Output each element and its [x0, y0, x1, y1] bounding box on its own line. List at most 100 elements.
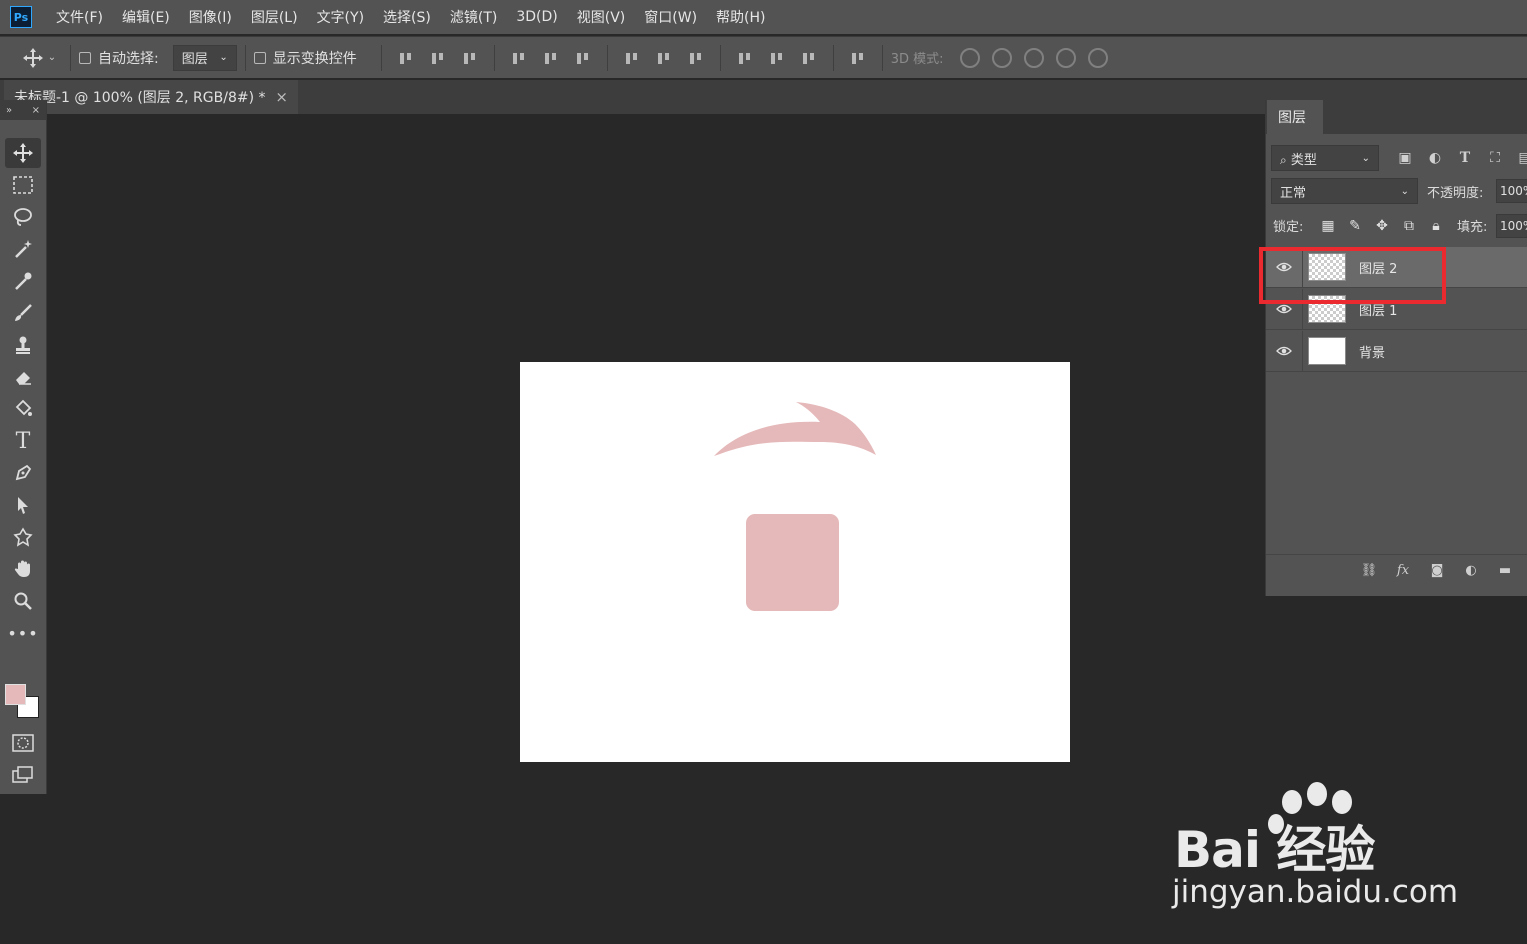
custom-shape-tool-icon[interactable] — [5, 522, 41, 552]
toolbox: » × T ••• — [0, 100, 47, 794]
blend-mode-dropdown[interactable]: 正常 ⌄ — [1271, 178, 1418, 204]
close-icon[interactable]: × — [275, 88, 288, 106]
canvas-artwork — [714, 402, 876, 611]
menu-type[interactable]: 文字(Y) — [317, 7, 364, 27]
add-mask-icon[interactable]: ◙ — [1426, 562, 1448, 580]
scale-3d-icon[interactable] — [1087, 47, 1108, 68]
distribute-left-icon[interactable] — [737, 50, 753, 66]
color-swatches[interactable] — [5, 684, 41, 720]
eraser-tool-icon[interactable] — [5, 362, 41, 392]
fx-icon[interactable]: fx — [1392, 562, 1414, 580]
adjustment-layer-icon[interactable]: ◐ — [1460, 562, 1482, 580]
distribute-horizontal-center-icon[interactable] — [769, 50, 785, 66]
lock-position-icon[interactable]: ✥ — [1373, 217, 1391, 235]
link-layers-icon[interactable]: ⛓ — [1358, 562, 1380, 580]
menu-select[interactable]: 选择(S) — [383, 7, 431, 27]
photoshop-logo-icon: Ps — [10, 6, 32, 28]
distribute-vertical-center-icon[interactable] — [656, 50, 672, 66]
distribute-top-icon[interactable] — [624, 50, 640, 66]
tab-layers[interactable]: 图层 — [1267, 100, 1323, 134]
divider — [493, 44, 495, 71]
menu-3d[interactable]: 3D(D) — [516, 9, 557, 25]
menu-image[interactable]: 图像(I) — [189, 7, 232, 27]
auto-align-layers-icon[interactable] — [850, 50, 866, 66]
show-transform-checkbox[interactable] — [253, 51, 266, 64]
zoom-tool-icon[interactable] — [5, 586, 41, 616]
layers-panel: 图层 ⌕ 类型 ⌄ ▣ ◐ T ⛶ ▤ 正常 ⌄ 不透明度: 100% 锁定: … — [1265, 100, 1527, 596]
menu-edit[interactable]: 编辑(E) — [122, 7, 170, 27]
quick-mask-icon[interactable] — [5, 728, 41, 758]
filter-adjustment-icon[interactable]: ◐ — [1426, 149, 1444, 167]
divider — [244, 44, 246, 71]
more-tools-icon[interactable]: ••• — [5, 618, 41, 648]
menu-window[interactable]: 窗口(W) — [644, 7, 697, 27]
align-horizontal-center-icon[interactable] — [543, 50, 559, 66]
lock-transparent-pixels-icon[interactable]: ▦ — [1319, 217, 1337, 235]
align-vertical-center-icon[interactable] — [430, 50, 446, 66]
distribute-right-icon[interactable] — [801, 50, 817, 66]
layer-name[interactable]: 背景 — [1359, 342, 1385, 361]
clone-stamp-tool-icon[interactable] — [5, 330, 41, 360]
align-bottom-icon[interactable] — [462, 50, 478, 66]
filter-shape-icon[interactable]: ⛶ — [1486, 149, 1504, 167]
layer-thumbnail[interactable] — [1308, 337, 1346, 365]
screen-mode-icon[interactable] — [5, 760, 41, 790]
marquee-tool-icon[interactable] — [5, 170, 41, 200]
lock-all-icon[interactable]: 🔒︎ — [1427, 217, 1445, 235]
type-tool-icon[interactable]: T — [5, 426, 41, 456]
pen-tool-icon[interactable] — [5, 458, 41, 488]
document-tab[interactable]: 未标题-1 @ 100% (图层 2, RGB/8#) * × — [4, 80, 298, 114]
visibility-eye-icon[interactable] — [1266, 346, 1302, 356]
move-tool-preset-picker[interactable]: ⌄ — [16, 43, 62, 73]
menu-help[interactable]: 帮助(H) — [716, 7, 765, 27]
paint-bucket-tool-icon[interactable] — [5, 394, 41, 424]
fill-input[interactable]: 100% — [1496, 214, 1527, 238]
brush-tool-icon[interactable] — [5, 298, 41, 328]
align-right-icon[interactable] — [575, 50, 591, 66]
close-icon[interactable]: × — [32, 105, 40, 116]
menu-view[interactable]: 视图(V) — [577, 7, 626, 27]
filter-smart-object-icon[interactable]: ▤ — [1516, 149, 1527, 167]
opacity-input[interactable]: 100% — [1496, 179, 1527, 203]
highlight-annotation-box — [1259, 247, 1446, 304]
orbit-3d-icon[interactable] — [959, 47, 980, 68]
layer-filter-dropdown[interactable]: ⌕ 类型 ⌄ — [1271, 145, 1379, 171]
align-left-icon[interactable] — [511, 50, 527, 66]
panel-tab-bar: 图层 — [1266, 100, 1527, 134]
visibility-eye-icon[interactable] — [1266, 304, 1302, 314]
document-canvas[interactable] — [520, 362, 1070, 762]
lock-artboard-icon[interactable]: ⧉ — [1400, 217, 1418, 235]
distribute-bottom-icon[interactable] — [688, 50, 704, 66]
collapse-icon[interactable]: » — [6, 105, 12, 116]
blend-mode-value: 正常 — [1280, 185, 1307, 201]
chevron-down-icon: ⌄ — [1361, 152, 1370, 164]
roll-3d-icon[interactable] — [991, 47, 1012, 68]
new-group-folder-icon[interactable]: ▬ — [1494, 562, 1516, 580]
align-top-icon[interactable] — [398, 50, 414, 66]
menu-file[interactable]: 文件(F) — [56, 7, 103, 27]
divider — [70, 44, 71, 71]
chevron-down-icon: ⌄ — [1400, 185, 1409, 197]
eyedropper-tool-icon[interactable] — [5, 266, 41, 296]
layers-panel-footer: ⛓ fx ◙ ◐ ▬ — [1266, 554, 1527, 586]
lock-row: 锁定: ▦ ✎ ✥ ⧉ 🔒︎ 填充: 100% — [1266, 213, 1527, 239]
filter-pixel-icon[interactable]: ▣ — [1396, 149, 1414, 167]
path-selection-tool-icon[interactable] — [5, 490, 41, 520]
pan-3d-icon[interactable] — [1023, 47, 1044, 68]
chevron-down-icon: ⌄ — [219, 52, 228, 63]
auto-select-checkbox[interactable] — [79, 51, 91, 64]
layer-row[interactable]: 背景 — [1266, 330, 1527, 372]
layer-filter-row: ⌕ 类型 ⌄ ▣ ◐ T ⛶ ▤ — [1266, 145, 1527, 171]
foreground-color-swatch[interactable] — [5, 684, 26, 705]
auto-select-target-dropdown[interactable]: 图层 ⌄ — [172, 44, 237, 71]
filter-type-icon[interactable]: T — [1456, 149, 1474, 167]
slide-3d-icon[interactable] — [1055, 47, 1076, 68]
hand-tool-icon[interactable] — [5, 554, 41, 584]
lock-image-pixels-icon[interactable]: ✎ — [1346, 217, 1364, 235]
menu-layer[interactable]: 图层(L) — [251, 7, 298, 27]
lasso-tool-icon[interactable] — [5, 202, 41, 232]
move-tool-icon[interactable] — [5, 138, 41, 168]
pink-swoosh-shape — [714, 402, 876, 456]
magic-wand-tool-icon[interactable] — [5, 234, 41, 264]
menu-filter[interactable]: 滤镜(T) — [450, 7, 497, 27]
